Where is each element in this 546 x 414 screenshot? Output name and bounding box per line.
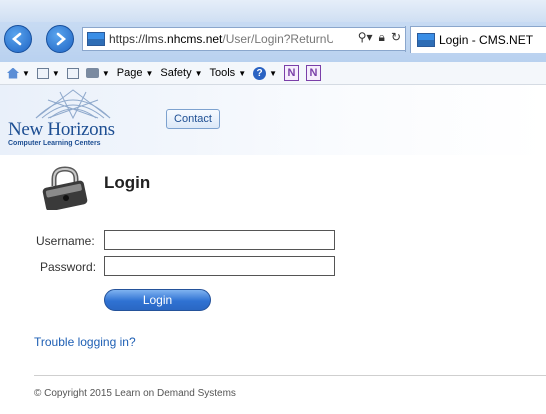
page-menu[interactable]: Page ▼: [117, 67, 154, 79]
logo-text: New Horizons: [8, 119, 115, 140]
help-button[interactable]: ? ▼: [253, 66, 277, 80]
forward-button[interactable]: [46, 25, 74, 53]
onenote-linked-icon: N: [306, 65, 322, 81]
tab-favicon-icon: [417, 33, 435, 47]
contact-button[interactable]: Contact: [166, 109, 220, 129]
feeds-icon: [36, 67, 49, 79]
forward-arrow-icon: [56, 32, 67, 46]
search-icon[interactable]: ⚲▾: [358, 30, 373, 45]
back-button[interactable]: [4, 25, 32, 53]
password-label: Password:: [40, 260, 97, 274]
username-label: Username:: [36, 234, 95, 248]
url-path: /User/Login?ReturnUrl=%2f: [222, 32, 333, 46]
password-input[interactable]: [104, 256, 335, 276]
mail-button[interactable]: [66, 67, 79, 79]
page-menu-label: Page: [116, 67, 143, 79]
login-button[interactable]: Login: [104, 289, 211, 311]
onenote-button[interactable]: N: [284, 65, 300, 81]
address-url[interactable]: https://lms.nhcms.net/User/Login?ReturnU…: [109, 32, 333, 46]
browser-tab-active[interactable]: Login - CMS.NET: [410, 26, 546, 53]
safety-menu[interactable]: Safety ▼: [160, 67, 202, 79]
site-favicon-icon: [87, 32, 105, 46]
trouble-logging-in-link[interactable]: Trouble logging in?: [34, 335, 136, 349]
refresh-icon[interactable]: ↻: [391, 30, 401, 45]
copyright-text: © Copyright 2015 Learn on Demand Systems: [34, 388, 236, 399]
back-arrow-icon: [11, 32, 22, 46]
home-icon: [7, 67, 19, 79]
url-prefix: https://lms.: [109, 32, 168, 46]
safety-menu-label: Safety: [160, 67, 192, 79]
command-bar: ▼ ▼ ▼ Page ▼ Safety ▼ Tools ▼ ? ▼ N N: [0, 62, 546, 85]
login-heading: Login: [104, 173, 151, 192]
print-button[interactable]: ▼: [85, 68, 110, 78]
tab-title: Login - CMS.NET: [439, 33, 534, 47]
onenote-linked-button[interactable]: N: [306, 65, 322, 81]
help-icon: ?: [253, 66, 267, 80]
logo-subtitle: Computer Learning Centers: [8, 140, 101, 147]
lock-icon[interactable]: 🔒︎: [379, 30, 385, 45]
onenote-icon: N: [284, 65, 300, 81]
footer-divider: [34, 375, 546, 376]
username-input[interactable]: [104, 230, 335, 250]
url-domain: nhcms.net: [167, 32, 223, 46]
tools-menu[interactable]: Tools ▼: [210, 67, 247, 79]
feeds-button[interactable]: ▼: [36, 67, 60, 79]
home-button[interactable]: ▼: [7, 67, 30, 79]
address-bar[interactable]: https://lms.nhcms.net/User/Login?ReturnU…: [82, 27, 406, 51]
browser-title-strip: [0, 0, 546, 22]
padlock-icon: [42, 166, 88, 210]
tab-separator: [405, 26, 406, 52]
print-icon: [85, 68, 99, 78]
tools-menu-label: Tools: [209, 67, 236, 79]
mail-icon: [66, 67, 79, 79]
